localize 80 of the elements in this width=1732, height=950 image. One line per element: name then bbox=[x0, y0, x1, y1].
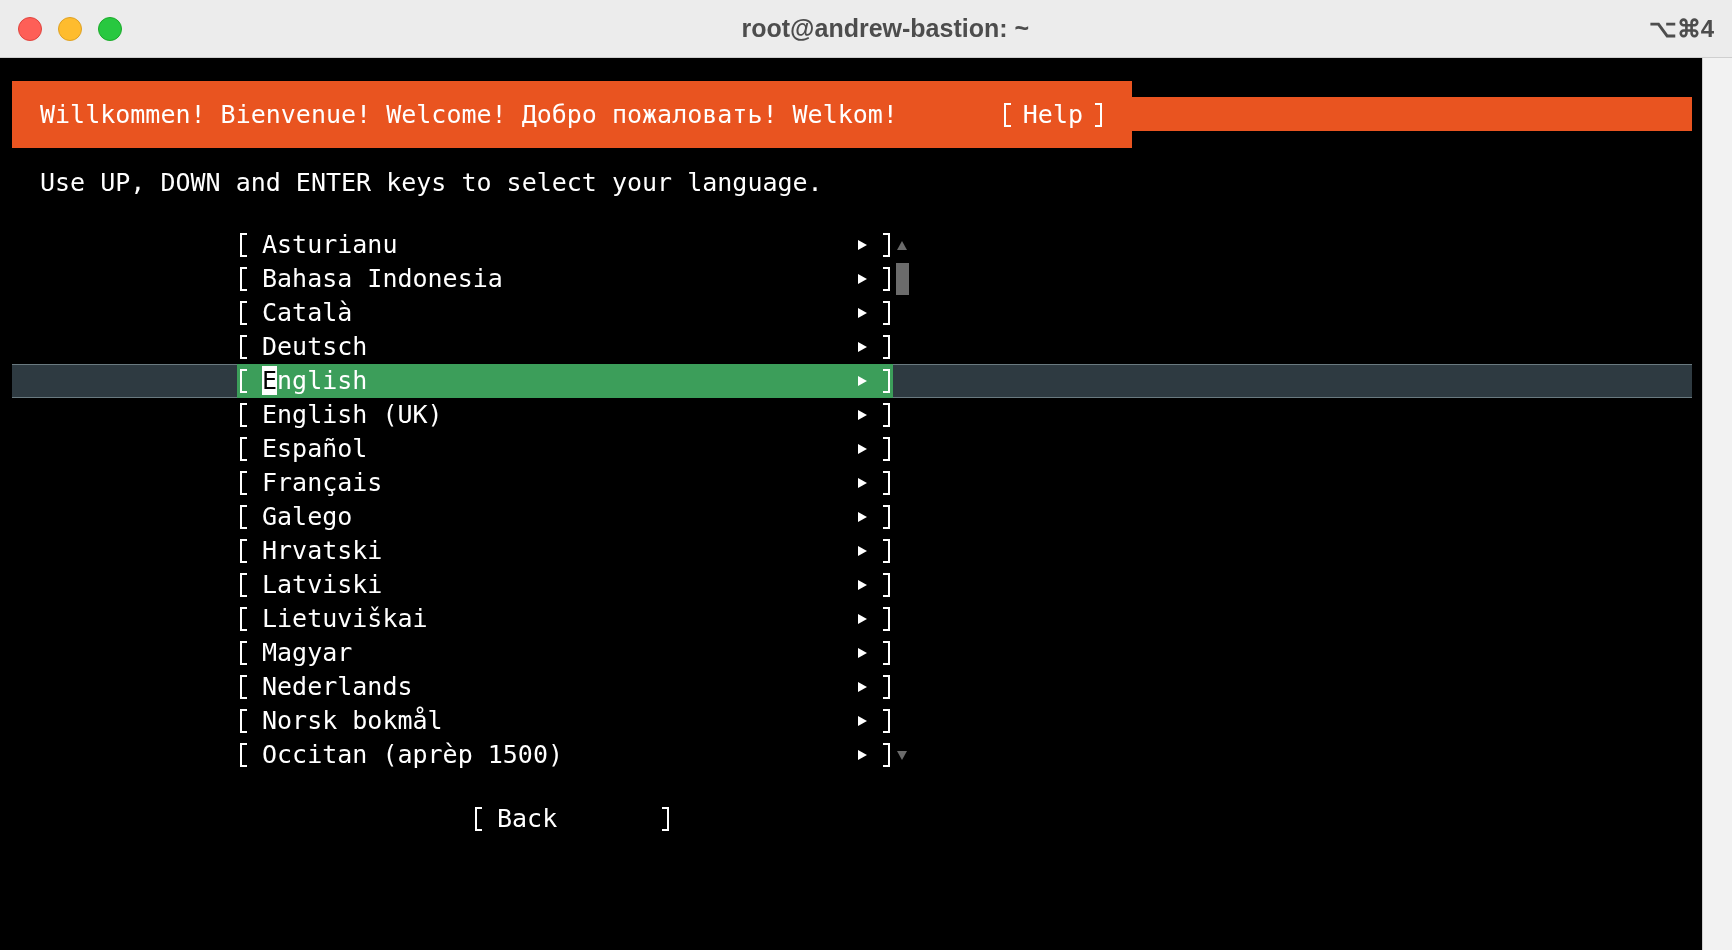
bracket-icon bbox=[883, 403, 890, 427]
right-triangle-icon bbox=[858, 274, 867, 284]
bracket-icon bbox=[240, 301, 247, 325]
language-option[interactable]: Hrvatski bbox=[237, 534, 893, 568]
bracket-icon bbox=[1095, 102, 1102, 127]
language-option[interactable]: English bbox=[237, 364, 893, 398]
language-option[interactable]: Magyar bbox=[237, 636, 893, 670]
scrollbar-thumb[interactable] bbox=[896, 263, 909, 295]
right-triangle-icon bbox=[858, 342, 867, 352]
back-button[interactable]: Back bbox=[475, 802, 669, 836]
bracket-icon bbox=[883, 743, 890, 767]
help-button[interactable]: Help bbox=[1003, 95, 1102, 134]
bracket-icon bbox=[883, 301, 890, 325]
scroll-down-icon[interactable] bbox=[897, 750, 907, 760]
right-triangle-icon bbox=[858, 376, 867, 386]
bracket-icon bbox=[240, 233, 247, 257]
header-title: Willkommen! Bienvenue! Welcome! Добро пожаловать! Welkom! bbox=[40, 98, 898, 131]
language-option[interactable]: Latviski bbox=[237, 568, 893, 602]
window-title: root@andrew-bastion: ~ bbox=[741, 12, 1030, 44]
bracket-icon bbox=[883, 539, 890, 563]
right-triangle-icon bbox=[858, 648, 867, 658]
right-triangle-icon bbox=[858, 444, 867, 454]
bracket-icon bbox=[240, 403, 247, 427]
bracket-icon bbox=[240, 437, 247, 461]
minimize-button[interactable] bbox=[58, 16, 82, 41]
right-triangle-icon bbox=[858, 546, 867, 556]
language-option[interactable]: Català bbox=[237, 296, 893, 330]
zoom-button[interactable] bbox=[98, 16, 122, 41]
right-triangle-icon bbox=[858, 240, 867, 250]
right-triangle-icon bbox=[858, 614, 867, 624]
bracket-icon bbox=[883, 641, 890, 665]
language-option[interactable]: Español bbox=[237, 432, 893, 466]
bracket-icon bbox=[240, 335, 247, 359]
language-option[interactable]: Nederlands bbox=[237, 670, 893, 704]
bracket-icon bbox=[240, 573, 247, 597]
bracket-icon bbox=[475, 807, 482, 831]
bracket-icon bbox=[1003, 102, 1011, 127]
bracket-icon bbox=[883, 369, 890, 393]
bracket-icon bbox=[883, 437, 890, 461]
bracket-icon bbox=[662, 807, 669, 831]
right-triangle-icon bbox=[858, 750, 867, 760]
instructions-text: Use UP, DOWN and ENTER keys to select your language. bbox=[40, 167, 823, 200]
bracket-icon bbox=[883, 505, 890, 529]
right-triangle-icon bbox=[858, 410, 867, 420]
language-option[interactable]: Occitan (aprèp 1500) bbox=[237, 738, 893, 772]
right-triangle-icon bbox=[858, 580, 867, 590]
close-button[interactable] bbox=[18, 16, 42, 41]
bracket-icon bbox=[240, 267, 247, 291]
bracket-icon bbox=[240, 641, 247, 665]
bracket-icon bbox=[883, 471, 890, 495]
language-option[interactable]: Galego bbox=[237, 500, 893, 534]
bracket-icon bbox=[883, 709, 890, 733]
bracket-icon bbox=[883, 335, 890, 359]
bracket-icon bbox=[240, 675, 247, 699]
bracket-icon bbox=[883, 233, 890, 257]
bracket-icon bbox=[240, 471, 247, 495]
bracket-icon bbox=[883, 573, 890, 597]
language-option[interactable]: Français bbox=[237, 466, 893, 500]
right-triangle-icon bbox=[858, 478, 867, 488]
right-triangle-icon bbox=[858, 682, 867, 692]
language-option[interactable]: Asturianu bbox=[237, 228, 893, 262]
language-option[interactable]: Bahasa Indonesia bbox=[237, 262, 893, 296]
bracket-icon bbox=[240, 607, 247, 631]
bracket-icon bbox=[240, 709, 247, 733]
right-triangle-icon bbox=[858, 512, 867, 522]
bracket-icon bbox=[240, 539, 247, 563]
right-triangle-icon bbox=[858, 716, 867, 726]
bracket-icon bbox=[883, 267, 890, 291]
language-option[interactable]: Deutsch bbox=[237, 330, 893, 364]
bracket-icon bbox=[883, 607, 890, 631]
bracket-icon bbox=[240, 369, 247, 393]
bracket-icon bbox=[240, 505, 247, 529]
language-option[interactable]: Norsk bokmål bbox=[237, 704, 893, 738]
bracket-icon bbox=[240, 743, 247, 767]
bracket-icon bbox=[883, 675, 890, 699]
scroll-up-icon[interactable] bbox=[897, 240, 907, 250]
language-option[interactable]: English (UK) bbox=[237, 398, 893, 432]
language-option[interactable]: Lietuviškai bbox=[237, 602, 893, 636]
keyboard-shortcut: ⌥⌘4 bbox=[1648, 13, 1714, 44]
right-triangle-icon bbox=[858, 308, 867, 318]
